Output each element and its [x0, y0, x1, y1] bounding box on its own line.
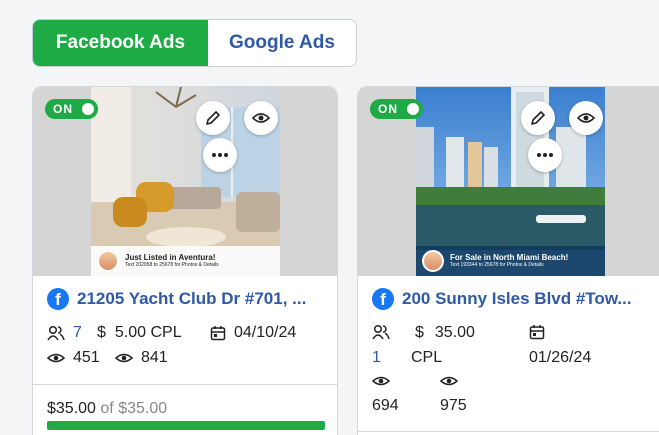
dollar-icon: $ — [97, 324, 106, 341]
status-toggle[interactable]: ON — [45, 99, 98, 119]
views-count: 694 — [372, 397, 399, 414]
cpl-amount: 35.00 — [434, 324, 475, 341]
status-toggle[interactable]: ON — [370, 99, 423, 119]
date-stat: 01/26/24 — [529, 349, 591, 367]
ad-date: 01/26/24 — [529, 349, 592, 366]
ad-title-row[interactable]: f 21205 Yacht Club Dr #701, ... — [47, 288, 306, 310]
users-icon — [47, 325, 65, 341]
pencil-icon — [531, 111, 545, 125]
views-stat: 694 — [372, 397, 399, 415]
views-stat: 451 — [47, 349, 100, 367]
ad-thumbnail: Just Listed in Aventura! Text 202058 to … — [33, 87, 337, 276]
divider — [358, 431, 659, 432]
ad-title[interactable]: 200 Sunny Isles Blvd #Tow... — [402, 289, 632, 309]
cpl-value: 5.00 CPL — [114, 324, 182, 341]
toggle-knob — [407, 103, 419, 115]
leads-stat: 7 — [47, 324, 82, 342]
reach-icon-wrap — [440, 374, 466, 388]
reach-count: 975 — [440, 397, 467, 414]
reach-count: 841 — [141, 349, 168, 366]
agent-avatar — [97, 250, 119, 272]
eye-icon — [577, 113, 595, 123]
ad-platform-tabs: Facebook Ads Google Ads — [32, 19, 357, 67]
eye-icon — [115, 353, 133, 363]
reach-stat: 841 — [115, 349, 168, 367]
leads-count[interactable]: 7 — [73, 324, 82, 342]
photo-caption: Just Listed in Aventura! Text 202058 to … — [91, 246, 280, 276]
reach-stat: 975 — [440, 397, 467, 415]
pencil-icon — [206, 111, 220, 125]
divider — [33, 384, 337, 385]
ad-title[interactable]: 21205 Yacht Club Dr #701, ... — [77, 289, 306, 309]
cpl-stat: $ 35.00 — [415, 324, 475, 342]
cpl-stat: $ 5.00 CPL — [97, 324, 182, 342]
preview-button[interactable] — [244, 101, 278, 135]
facebook-icon: f — [47, 288, 69, 310]
users-icon — [372, 324, 390, 340]
of-label: of — [100, 400, 114, 417]
leads-icon-wrap — [372, 324, 398, 340]
caption-subtitle: Text 193344 to 25678 for Photos & Detail… — [450, 261, 544, 268]
caption-subtitle: Text 202058 to 25678 for Photos & Detail… — [125, 261, 219, 268]
views-count: 451 — [73, 349, 100, 366]
toggle-knob — [82, 103, 94, 115]
eye-icon — [440, 376, 458, 386]
budget-text: $35.00 of $35.00 — [47, 400, 167, 418]
calendar-icon — [210, 326, 226, 341]
ad-thumbnail: For Sale in North Miami Beach! Text 1933… — [358, 87, 659, 276]
budget-amount: $35.00 — [118, 400, 168, 417]
more-options-button[interactable] — [203, 138, 237, 172]
ad-card: For Sale in North Miami Beach! Text 1933… — [357, 86, 659, 435]
date-stat: 04/10/24 — [210, 324, 296, 342]
eye-icon — [372, 376, 390, 386]
calendar-icon — [529, 325, 545, 340]
budget-progress-bar — [47, 421, 325, 430]
spent-amount: $35.00 — [47, 400, 96, 417]
cpl-unit-row: CPL — [411, 349, 442, 367]
more-dots-icon — [212, 153, 228, 157]
facebook-icon: f — [372, 288, 394, 310]
ad-card: Just Listed in Aventura! Text 202058 to … — [32, 86, 338, 435]
status-label: ON — [53, 102, 73, 116]
tab-google-ads[interactable]: Google Ads — [208, 20, 356, 66]
photo-caption: For Sale in North Miami Beach! Text 1933… — [416, 246, 605, 276]
agent-avatar — [422, 250, 444, 272]
eye-icon — [252, 113, 270, 123]
dollar-icon: $ — [415, 324, 424, 341]
tab-facebook-ads[interactable]: Facebook Ads — [33, 20, 208, 66]
leads-count[interactable]: 1 — [372, 349, 381, 367]
more-options-button[interactable] — [528, 138, 562, 172]
status-label: ON — [378, 102, 398, 116]
ad-title-row[interactable]: f 200 Sunny Isles Blvd #Tow... — [372, 288, 632, 310]
preview-button[interactable] — [569, 101, 603, 135]
budget-progress-fill — [47, 421, 325, 430]
more-dots-icon — [537, 153, 553, 157]
cpl-unit: CPL — [411, 349, 443, 366]
edit-button[interactable] — [521, 101, 555, 135]
date-icon-wrap — [529, 324, 553, 340]
edit-button[interactable] — [196, 101, 230, 135]
leads-stat: 1 — [372, 349, 381, 367]
views-icon-wrap — [372, 374, 398, 388]
ad-date: 04/10/24 — [234, 324, 297, 341]
eye-icon — [47, 353, 65, 363]
